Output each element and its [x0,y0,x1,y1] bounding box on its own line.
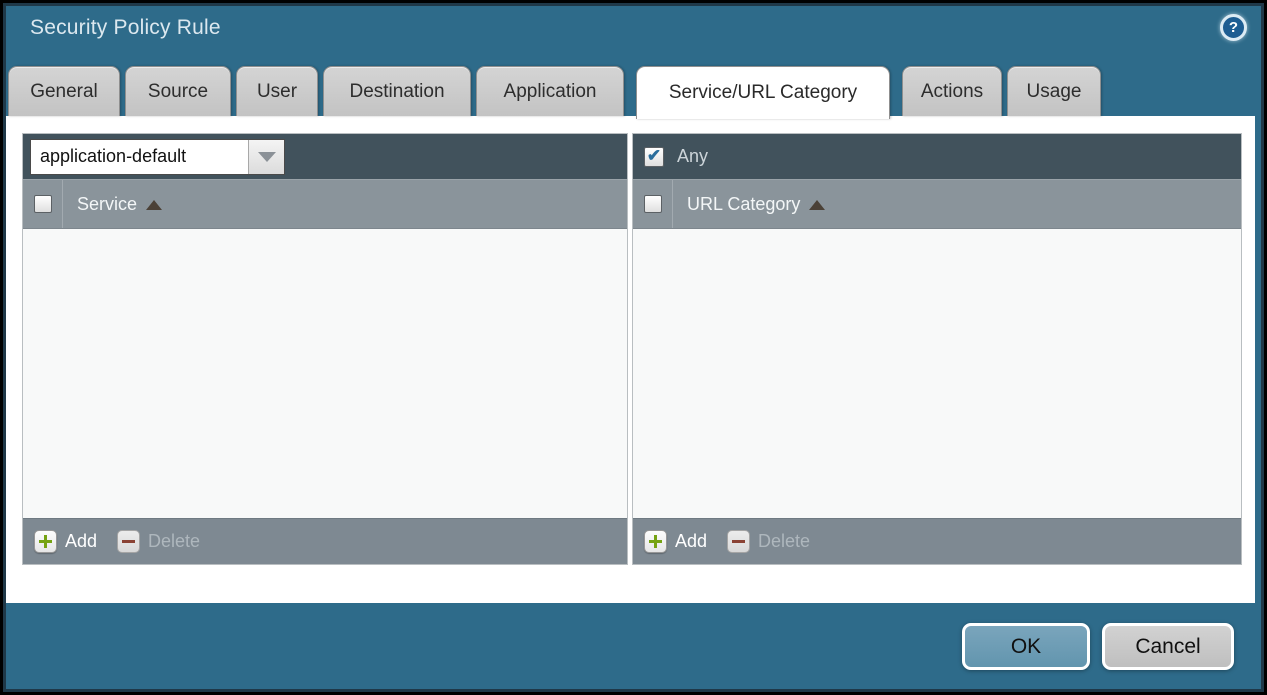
screen: Security Policy Rule ? General Source Us… [0,0,1267,695]
service-list[interactable] [23,229,627,518]
url-category-footer: Add Delete [633,518,1241,564]
plus-icon [34,530,57,553]
dialog-title: Security Policy Rule [30,16,221,40]
plus-icon [644,530,667,553]
service-dropdown[interactable]: application-default [30,139,285,175]
service-column-label: Service [77,194,137,215]
tab-service-url-category[interactable]: Service/URL Category [636,66,890,119]
service-delete-button[interactable]: Delete [117,530,200,553]
service-column-sort[interactable]: Service [77,194,162,215]
sort-ascending-icon [809,200,825,210]
tab-application[interactable]: Application [476,66,624,116]
help-glyph: ? [1229,19,1238,36]
help-icon[interactable]: ? [1220,14,1247,41]
minus-icon [117,530,140,553]
url-category-delete-label: Delete [758,531,810,552]
service-dropdown-button[interactable] [248,140,284,174]
chevron-down-icon [258,152,276,162]
tab-content: application-default Service [6,116,1255,603]
tab-actions[interactable]: Actions [902,66,1002,116]
url-category-any-label: Any [677,146,708,167]
tab-usage[interactable]: Usage [1007,66,1101,116]
tab-destination[interactable]: Destination [323,66,471,116]
url-category-add-label: Add [675,531,707,552]
service-toolbar: application-default [23,134,627,179]
url-category-column-header: URL Category [633,179,1241,229]
service-panel: application-default Service [22,133,628,565]
tab-bar: General Source User Destination Applicat… [8,66,1106,116]
url-category-column-label: URL Category [687,194,800,215]
url-category-column-sort[interactable]: URL Category [687,194,825,215]
service-footer: Add Delete [23,518,627,564]
service-delete-label: Delete [148,531,200,552]
service-select-all-checkbox[interactable] [34,195,52,213]
url-category-panel: ✔ Any URL Category [632,133,1242,565]
service-dropdown-value: application-default [31,140,248,174]
checkmark-icon: ✔ [647,147,661,164]
tab-source[interactable]: Source [125,66,231,116]
service-add-label: Add [65,531,97,552]
url-category-select-all-checkbox[interactable] [644,195,662,213]
cancel-button[interactable]: Cancel [1102,623,1234,670]
service-select-all-cell [23,180,63,228]
url-category-any-checkbox[interactable]: ✔ [644,147,664,167]
url-category-add-button[interactable]: Add [644,530,707,553]
tab-user[interactable]: User [236,66,318,116]
url-category-list[interactable] [633,229,1241,518]
ok-button[interactable]: OK [962,623,1090,670]
tab-general[interactable]: General [8,66,120,116]
security-policy-rule-dialog: Security Policy Rule ? General Source Us… [3,3,1264,692]
sort-ascending-icon [146,200,162,210]
url-category-select-all-cell [633,180,673,228]
minus-icon [727,530,750,553]
service-add-button[interactable]: Add [34,530,97,553]
service-column-header: Service [23,179,627,229]
url-category-delete-button[interactable]: Delete [727,530,810,553]
url-category-toolbar: ✔ Any [633,134,1241,179]
